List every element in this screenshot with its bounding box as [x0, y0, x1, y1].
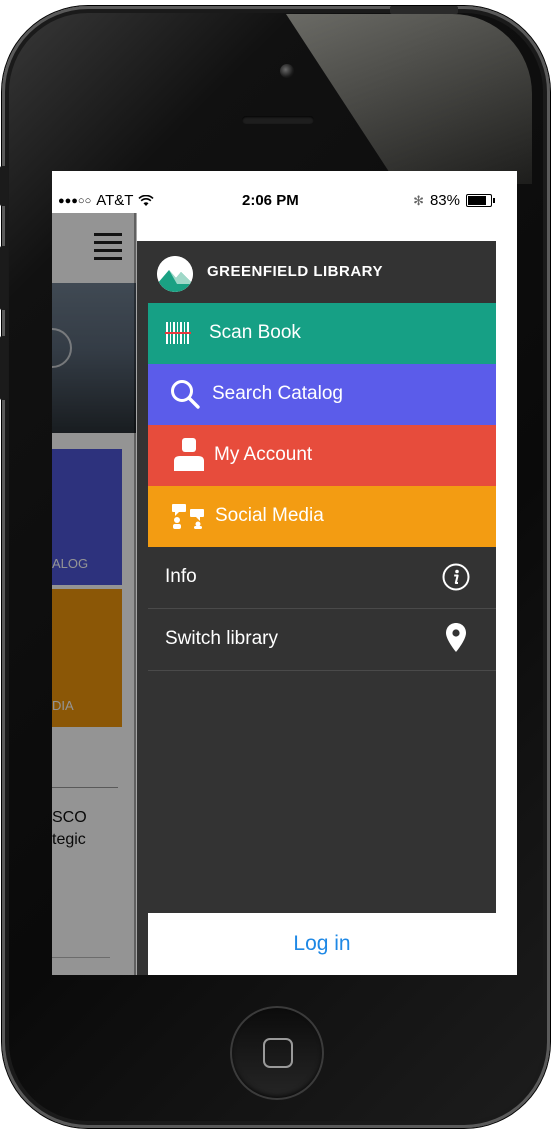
volume-up-button — [0, 246, 8, 310]
menu-row-info[interactable]: Info — [148, 547, 496, 609]
battery-info: ✻ 83% — [413, 192, 495, 209]
glass-reflection — [286, 14, 532, 184]
background-app: ALOG DIA SCO tegic — [52, 213, 136, 975]
phone-screen: ●●●○○ AT&T 2:06 PM ✻ 83% ALOG DIA SCO te… — [52, 171, 517, 975]
drawer-overlay-scrim[interactable] — [52, 213, 136, 975]
info-icon — [442, 563, 470, 591]
front-camera — [280, 64, 294, 78]
menu-row-label: Switch library — [165, 628, 278, 649]
login-bar: Log in — [148, 913, 496, 975]
search-icon — [171, 380, 200, 409]
drawer-top-spacer — [137, 213, 496, 241]
signal-strength-icon: ●●●○○ — [58, 194, 92, 207]
menu-item-label: Social Media — [215, 505, 324, 526]
drawer-right-gap — [496, 213, 517, 975]
menu-item-label: My Account — [214, 444, 313, 465]
menu-item-my-account[interactable]: My Account — [148, 425, 496, 486]
bluetooth-icon: ✻ — [413, 192, 424, 208]
location-pin-icon — [446, 623, 466, 652]
carrier-name: AT&T — [96, 192, 134, 209]
home-square-icon — [263, 1038, 293, 1068]
menu-item-social-media[interactable]: Social Media — [148, 486, 496, 547]
menu-item-search-catalog[interactable]: Search Catalog — [148, 364, 496, 425]
battery-icon — [466, 194, 495, 207]
menu-item-label: Search Catalog — [212, 383, 343, 404]
earpiece-speaker — [242, 116, 314, 124]
status-time: 2:06 PM — [242, 192, 299, 209]
mountain-logo-icon — [157, 256, 193, 292]
volume-down-button — [0, 336, 8, 400]
menu-item-scan-book[interactable]: Scan Book — [148, 303, 496, 364]
menu-row-switch-library[interactable]: Switch library — [148, 609, 496, 671]
barcode-icon — [165, 322, 191, 344]
wifi-icon — [138, 194, 155, 206]
login-button[interactable]: Log in — [148, 913, 496, 975]
library-brand-header: GREENFIELD LIBRARY — [137, 241, 496, 303]
home-button[interactable] — [230, 1006, 324, 1100]
mute-switch — [0, 166, 8, 206]
drawer-panel: GREENFIELD LIBRARY Scan Book Search Cata… — [137, 241, 496, 975]
carrier-info: ●●●○○ AT&T — [58, 192, 155, 209]
menu-row-label: Info — [165, 566, 197, 587]
navigation-drawer: GREENFIELD LIBRARY Scan Book Search Cata… — [137, 213, 517, 975]
battery-percent: 83% — [429, 192, 460, 209]
user-icon — [174, 438, 204, 471]
power-button — [390, 6, 458, 14]
social-icon — [172, 504, 204, 529]
library-name: GREENFIELD LIBRARY — [207, 263, 383, 280]
menu-item-label: Scan Book — [209, 322, 301, 343]
status-bar: ●●●○○ AT&T 2:06 PM ✻ 83% — [52, 171, 517, 213]
